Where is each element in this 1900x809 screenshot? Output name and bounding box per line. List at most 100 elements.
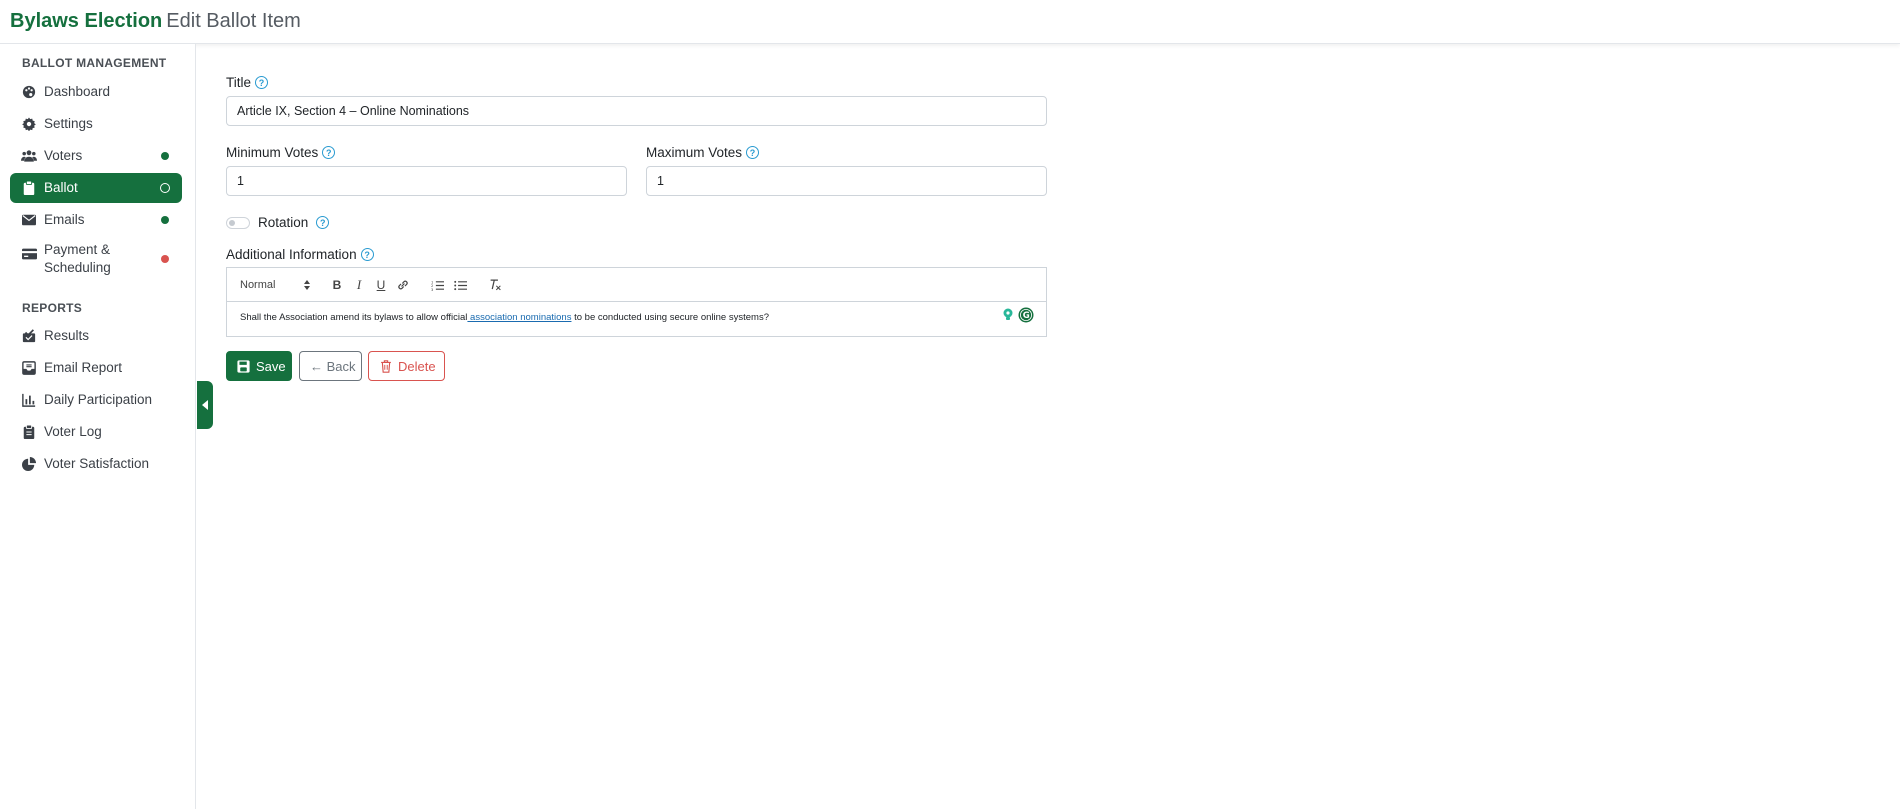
caret-left-icon xyxy=(202,400,208,410)
rotation-label-text: Rotation xyxy=(258,215,309,230)
select-arrows-icon xyxy=(304,280,310,290)
editor-toolbar: Normal B I U 123 xyxy=(227,268,1046,302)
help-icon[interactable]: ? xyxy=(360,248,374,261)
bold-icon: B xyxy=(332,278,342,292)
ordered-list-icon: 123 xyxy=(431,280,444,291)
sidebar-item-label: Voters xyxy=(44,148,83,163)
page-header: Bylaws Election Edit Ballot Item xyxy=(10,10,301,33)
check-box-icon xyxy=(21,328,37,344)
sidebar-item-email-report[interactable]: Email Report xyxy=(10,353,182,383)
maximum-votes-label-text: Maximum Votes xyxy=(646,145,743,160)
sidebar-item-label: Dashboard xyxy=(44,84,111,99)
underline-icon: U xyxy=(376,278,386,292)
toggle-knob xyxy=(229,220,235,226)
sidebar-item-label: Voter Log xyxy=(44,424,102,439)
section-label-reports: REPORTS xyxy=(22,301,83,315)
palette-icon xyxy=(21,84,37,100)
title-label: Title ? xyxy=(226,75,269,90)
additional-information-label-text: Additional Information xyxy=(226,247,357,262)
sidebar: BALLOT MANAGEMENT Dashboard Settings Vot… xyxy=(0,44,196,809)
users-icon xyxy=(21,148,37,164)
underline-button[interactable]: U xyxy=(373,277,389,293)
trash-icon xyxy=(381,359,391,373)
back-button-label: ← Back xyxy=(310,358,356,374)
rotation-toggle[interactable] xyxy=(226,217,250,229)
bullet-list-button[interactable] xyxy=(452,277,468,293)
sidebar-item-label: Daily Participation xyxy=(44,392,153,407)
back-button[interactable]: ← Back xyxy=(299,351,362,381)
page-title: Edit Ballot Item xyxy=(166,10,301,32)
sidebar-item-voters[interactable]: Voters xyxy=(10,141,182,171)
maximum-votes-input[interactable]: 1 xyxy=(646,166,1047,196)
sidebar-item-voter-log[interactable]: Voter Log xyxy=(10,417,182,447)
grammarly-icon[interactable]: G xyxy=(1018,307,1034,323)
rotation-label: Rotation ? xyxy=(258,215,330,230)
section-label-ballot-management: BALLOT MANAGEMENT xyxy=(22,56,167,70)
floppy-disk-icon xyxy=(237,359,250,373)
link-button[interactable] xyxy=(395,277,411,293)
clipboard-icon xyxy=(21,180,37,196)
sidebar-item-label: Settings xyxy=(44,116,93,131)
bullet-list-icon xyxy=(453,280,467,290)
clear-format-icon xyxy=(490,279,501,291)
delete-button-label: Delete xyxy=(398,358,436,374)
italic-button[interactable]: I xyxy=(351,277,367,293)
sidebar-item-settings[interactable]: Settings xyxy=(10,109,182,139)
save-button-label: Save xyxy=(256,358,286,374)
sidebar-item-dashboard[interactable]: Dashboard xyxy=(10,77,182,107)
clear-format-button[interactable] xyxy=(487,277,503,293)
italic-icon: I xyxy=(356,277,362,292)
sidebar-item-payment-scheduling[interactable]: Payment & Scheduling xyxy=(10,237,182,281)
ordered-list-button[interactable]: 123 xyxy=(429,277,445,293)
svg-text:G: G xyxy=(1023,311,1030,321)
help-icon[interactable]: ? xyxy=(322,146,336,159)
sidebar-item-label: Voter Satisfaction xyxy=(44,456,150,471)
sidebar-item-results[interactable]: Results xyxy=(10,321,182,351)
save-button[interactable]: Save xyxy=(226,351,292,381)
sidebar-item-daily-participation[interactable]: Daily Participation xyxy=(10,385,182,415)
sidebar-item-label: Ballot xyxy=(44,180,78,195)
minimum-votes-label: Minimum Votes ? xyxy=(226,145,336,160)
editor-link[interactable]: association nominations xyxy=(467,312,571,323)
sidebar-item-emails[interactable]: Emails xyxy=(10,205,182,235)
status-dot-complete xyxy=(161,152,169,160)
format-select[interactable]: Normal xyxy=(240,277,310,293)
sidebar-item-label: Emails xyxy=(44,212,85,227)
editor-text: to be conducted using secure online syst… xyxy=(571,312,769,323)
sidebar-item-ballot[interactable]: Ballot xyxy=(10,173,182,203)
status-dot-complete xyxy=(161,216,169,224)
top-bar: Bylaws Election Edit Ballot Item xyxy=(0,0,1900,44)
sidebar-collapse-button[interactable] xyxy=(197,381,213,429)
sidebar-item-voter-satisfaction[interactable]: Voter Satisfaction xyxy=(10,449,182,479)
editor-text: Shall the Association amend its bylaws t… xyxy=(240,312,468,323)
help-icon[interactable]: ? xyxy=(316,216,330,229)
format-select-value: Normal xyxy=(240,279,276,291)
help-icon[interactable]: ? xyxy=(746,146,760,159)
inbox-icon xyxy=(21,360,37,376)
clipboard-list-icon xyxy=(21,424,37,440)
editor-content[interactable]: Shall the Association amend its bylaws t… xyxy=(240,312,769,323)
sidebar-item-label: Email Report xyxy=(44,360,123,375)
delete-button[interactable]: Delete xyxy=(368,351,445,381)
credit-card-icon xyxy=(21,246,37,262)
additional-information-label: Additional Information ? xyxy=(226,247,374,262)
gear-icon xyxy=(21,116,37,132)
minimum-votes-label-text: Minimum Votes xyxy=(226,145,319,160)
title-input[interactable]: Article IX, Section 4 – Online Nominatio… xyxy=(226,96,1047,126)
sidebar-item-label: Payment & Scheduling xyxy=(44,242,111,275)
bold-button[interactable]: B xyxy=(329,277,345,293)
status-dot-incomplete xyxy=(161,255,169,263)
minimum-votes-input[interactable]: 1 xyxy=(226,166,627,196)
rich-text-editor: Normal B I U 123 Shall the Association a… xyxy=(226,267,1047,337)
sidebar-item-label: Results xyxy=(44,328,90,343)
bar-chart-icon xyxy=(21,392,37,408)
svg-text:3: 3 xyxy=(431,287,434,290)
envelope-icon xyxy=(21,212,37,228)
election-name: Bylaws Election xyxy=(10,10,163,32)
status-dot-in-progress xyxy=(160,183,170,193)
link-icon xyxy=(398,280,408,290)
lightbulb-icon[interactable] xyxy=(1002,308,1014,322)
title-label-text: Title xyxy=(226,75,252,90)
pie-chart-icon xyxy=(21,456,37,472)
help-icon[interactable]: ? xyxy=(255,76,269,89)
